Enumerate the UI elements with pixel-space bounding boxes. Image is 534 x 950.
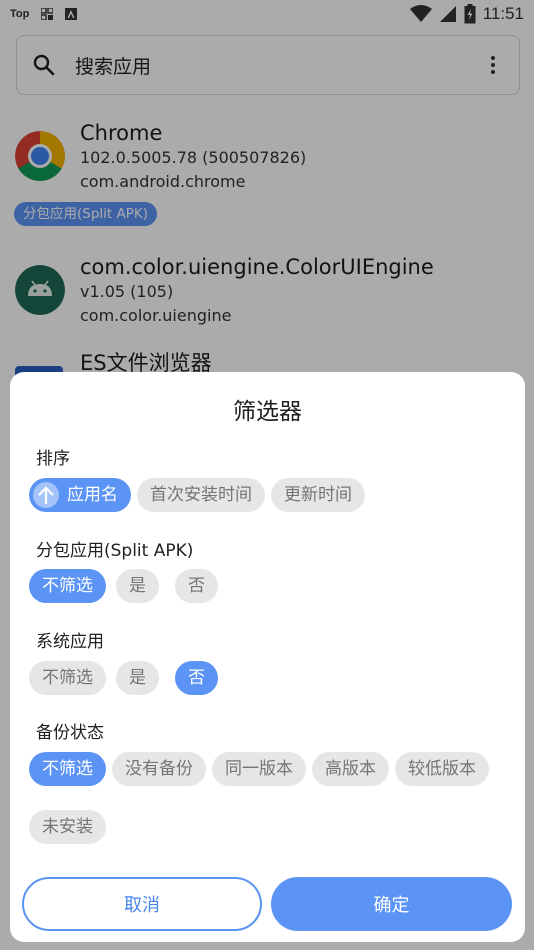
sort-options: 应用名 首次安装时间 更新时间 — [29, 478, 365, 512]
backup-section-label: 备份状态 — [36, 723, 104, 743]
split-apk-chip-no[interactable]: 否 — [175, 569, 218, 603]
sort-chip-install-time[interactable]: 首次安装时间 — [137, 478, 265, 512]
split-apk-section-label: 分包应用(Split APK) — [36, 541, 194, 561]
sort-chip-app-name[interactable]: 应用名 — [29, 478, 131, 512]
arrow-up-icon — [33, 482, 59, 508]
system-app-options: 不筛选 是 否 — [29, 661, 218, 695]
backup-chip-same-version[interactable]: 同一版本 — [212, 752, 306, 786]
system-app-chip-no-filter[interactable]: 不筛选 — [29, 661, 106, 695]
split-apk-chip-no-filter[interactable]: 不筛选 — [29, 569, 106, 603]
system-app-chip-yes[interactable]: 是 — [116, 661, 159, 695]
backup-options: 不筛选 没有备份 同一版本 高版本 较低版本 — [29, 752, 489, 786]
sort-section-label: 排序 — [36, 449, 70, 469]
confirm-button[interactable]: 确定 — [271, 877, 512, 931]
backup-chip-higher-version[interactable]: 高版本 — [312, 752, 389, 786]
split-apk-chip-yes[interactable]: 是 — [116, 569, 159, 603]
filter-dialog: 筛选器 排序 应用名 首次安装时间 更新时间 分包应用(Split APK) 不… — [10, 372, 525, 942]
dialog-title: 筛选器 — [233, 399, 302, 425]
backup-chip-lower-version[interactable]: 较低版本 — [395, 752, 489, 786]
backup-options-row-2: 未安装 — [29, 810, 106, 844]
system-app-section-label: 系统应用 — [36, 632, 104, 652]
backup-chip-no-filter[interactable]: 不筛选 — [29, 752, 106, 786]
system-app-chip-no[interactable]: 否 — [175, 661, 218, 695]
backup-chip-no-backup[interactable]: 没有备份 — [112, 752, 206, 786]
cancel-button[interactable]: 取消 — [22, 877, 262, 931]
split-apk-options: 不筛选 是 否 — [29, 569, 218, 603]
sort-chip-update-time[interactable]: 更新时间 — [271, 478, 365, 512]
backup-chip-not-installed[interactable]: 未安装 — [29, 810, 106, 844]
